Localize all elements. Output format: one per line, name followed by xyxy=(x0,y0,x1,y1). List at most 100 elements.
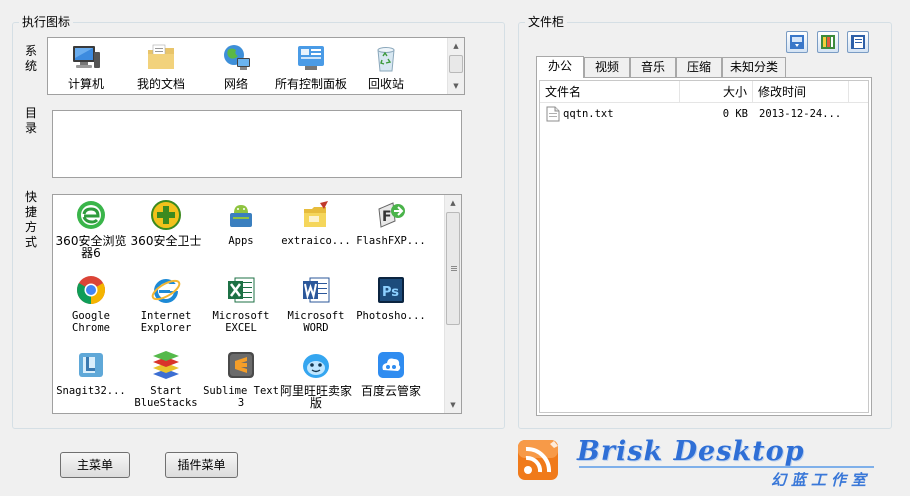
shortcut-item[interactable]: Start BlueStacks xyxy=(128,349,204,409)
file-name: qqtn.txt xyxy=(563,108,614,120)
shortcut-label: Microsoft EXCEL xyxy=(212,310,270,334)
column-header-modified[interactable]: 修改时间 xyxy=(753,81,849,103)
shortcut-label: Sublime Text 3 xyxy=(203,385,279,409)
shortcut-label: Google Chrome xyxy=(72,310,110,334)
scroll-thumb[interactable] xyxy=(449,55,463,73)
scroll-down-icon[interactable]: ▼ xyxy=(445,397,461,413)
snagit-icon xyxy=(79,353,103,377)
text-file-icon xyxy=(546,106,560,122)
shortcut-item[interactable]: Microsoft WORD xyxy=(278,274,354,334)
system-item-control-panel[interactable]: 所有控制面板项 xyxy=(273,42,349,90)
cabinet-archive-icon xyxy=(821,35,835,49)
grip-icon xyxy=(451,265,457,271)
cabinet-view-icon xyxy=(851,35,865,49)
shortcut-label: 百度云管家 xyxy=(360,385,421,397)
shortcut-item[interactable]: 百度云管家 xyxy=(353,349,429,397)
shortcuts-panel: ▲ ▼ 360安全浏览器6 360安全卫士 Apps extraico... F… xyxy=(52,194,462,414)
flashfxp-icon: F xyxy=(378,202,405,228)
recycle-bin-icon xyxy=(377,47,395,72)
system-item-label: 计算机 xyxy=(67,78,104,90)
bluestacks-icon xyxy=(153,351,179,379)
shortcut-label: Photosho... xyxy=(356,310,426,322)
shortcut-item[interactable]: Ps Photosho... xyxy=(353,274,429,322)
computer-icon xyxy=(73,46,100,68)
shortcut-label: FlashFXP... xyxy=(356,235,426,247)
file-list-header: 文件名 大小 修改时间 xyxy=(540,81,868,103)
shortcut-label: 阿里旺旺卖家版 xyxy=(279,385,352,409)
shortcut-label: 360安全浏览器6 xyxy=(55,235,127,259)
shortcut-label: Internet Explorer xyxy=(140,310,192,334)
brand-underline xyxy=(579,466,874,468)
system-icons-panel: ▲ ▼ 计算机 我的文档 网络 所有控制面板 回收站 xyxy=(47,37,465,95)
shortcut-label: 360安全卫士 xyxy=(130,235,202,247)
system-item-computer[interactable]: 计算机 xyxy=(48,42,124,90)
extraicon-folder-icon xyxy=(304,201,328,227)
shortcut-item[interactable]: extraico... xyxy=(278,199,354,247)
word-icon xyxy=(303,277,330,303)
aliwangwang-icon xyxy=(303,354,329,378)
cabinet-settings-button[interactable] xyxy=(786,31,808,53)
shortcut-item[interactable]: Google Chrome xyxy=(53,274,129,334)
shortcut-item[interactable]: 360安全浏览器6 xyxy=(53,199,129,259)
brand-title: Brisk Desktop xyxy=(577,436,805,467)
svg-text:F: F xyxy=(382,209,392,225)
tab-video[interactable]: 视频 xyxy=(584,57,630,77)
shortcut-label: Microsoft WORD xyxy=(287,310,345,334)
system-item-label: 回收站 xyxy=(367,78,404,90)
tab-office[interactable]: 办公 xyxy=(536,56,584,78)
system-item-network[interactable]: 网络 xyxy=(198,42,274,90)
tab-uncategorized[interactable]: 未知分类 xyxy=(722,57,786,77)
brand-subtitle: 幻蓝工作室 xyxy=(771,471,872,489)
shortcut-label: Start BlueStacks xyxy=(134,385,198,409)
internet-explorer-icon xyxy=(151,279,181,303)
shortcut-item[interactable]: Internet Explorer xyxy=(128,274,204,334)
shortcut-item[interactable]: F FlashFXP... xyxy=(353,199,429,247)
network-globe-icon xyxy=(224,45,250,70)
documents-folder-icon xyxy=(148,44,174,69)
360-safe-icon xyxy=(151,200,181,230)
main-menu-button[interactable]: 主菜单 xyxy=(60,452,130,478)
shortcuts-scrollbar[interactable]: ▲ ▼ xyxy=(444,195,461,413)
svg-text:Ps: Ps xyxy=(382,285,399,300)
360-browser-icon xyxy=(77,201,105,229)
shortcut-label: Apps xyxy=(228,235,254,247)
tab-compressed[interactable]: 压缩 xyxy=(676,57,722,77)
scroll-down-icon[interactable]: ▼ xyxy=(448,78,464,94)
plugin-menu-button[interactable]: 插件菜单 xyxy=(165,452,238,478)
system-scrollbar[interactable]: ▲ ▼ xyxy=(447,38,464,94)
excel-icon xyxy=(228,277,255,303)
column-header-name[interactable]: 文件名 xyxy=(540,81,680,103)
cabinet-archive-button[interactable] xyxy=(817,31,839,53)
control-panel-icon xyxy=(298,46,324,70)
table-row[interactable]: qqtn.txt 0 KB 2013-12-24... xyxy=(540,104,868,124)
cabinet-settings-icon xyxy=(790,35,804,49)
baidu-cloud-icon xyxy=(378,352,404,378)
shortcut-label: extraico... xyxy=(281,235,351,247)
launch-icons-group-title: 执行图标 xyxy=(19,15,74,29)
shortcut-item[interactable]: Snagit32... xyxy=(53,349,129,397)
chrome-icon xyxy=(77,276,105,304)
system-item-label: 我的文档 xyxy=(136,78,185,90)
scroll-thumb[interactable] xyxy=(446,212,460,325)
file-size: 0 KB xyxy=(722,108,748,120)
catalog-panel[interactable] xyxy=(52,110,462,178)
scroll-up-icon[interactable]: ▲ xyxy=(448,38,464,54)
scroll-up-icon[interactable]: ▲ xyxy=(445,195,461,211)
shortcuts-section-label: 快捷方式 xyxy=(24,190,37,249)
shortcut-item[interactable]: 阿里旺旺卖家版 xyxy=(278,349,354,409)
sublime-text-icon xyxy=(228,352,254,378)
shortcut-item[interactable]: Apps xyxy=(203,199,279,247)
cabinet-view-button[interactable] xyxy=(847,31,869,53)
shortcut-item[interactable]: Microsoft EXCEL xyxy=(203,274,279,334)
shortcut-label: Snagit32... xyxy=(56,385,126,397)
system-section-label: 系统 xyxy=(24,44,37,73)
column-header-size[interactable]: 大小 xyxy=(680,81,753,103)
photoshop-icon: Ps xyxy=(378,277,404,303)
file-modified: 2013-12-24... xyxy=(759,108,842,120)
tab-music[interactable]: 音乐 xyxy=(630,57,676,77)
system-item-recycle-bin[interactable]: 回收站 xyxy=(348,42,424,90)
shortcut-item[interactable]: 360安全卫士 xyxy=(128,199,204,247)
android-apps-icon xyxy=(230,205,252,227)
shortcut-item[interactable]: Sublime Text 3 xyxy=(203,349,279,409)
system-item-documents[interactable]: 我的文档 xyxy=(123,42,199,90)
